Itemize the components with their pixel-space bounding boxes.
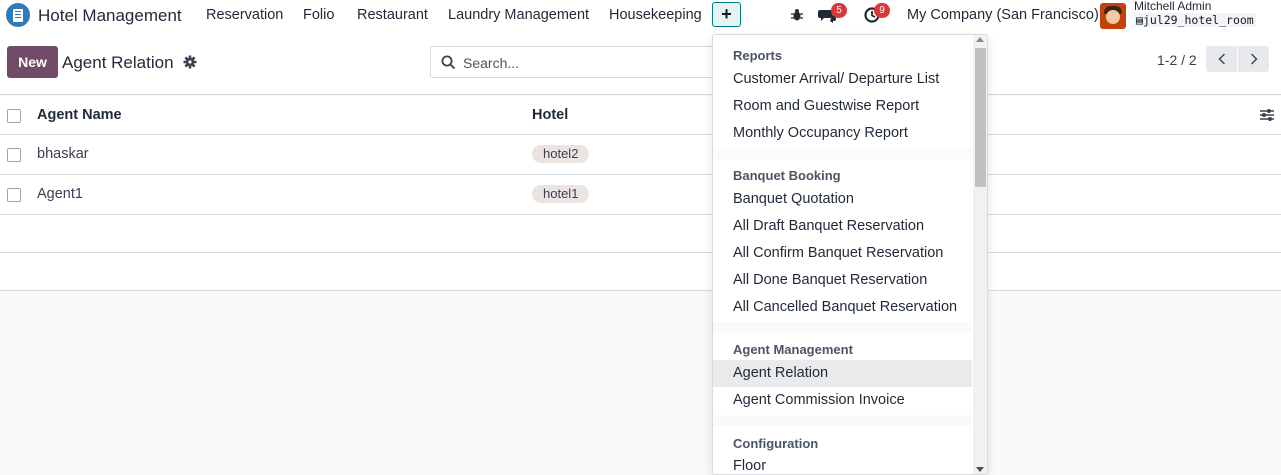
pager-previous-button[interactable] bbox=[1206, 46, 1237, 72]
scroll-thumb[interactable] bbox=[975, 48, 986, 187]
hotel-tag: hotel2 bbox=[532, 145, 590, 163]
section-header-configuration: Configuration bbox=[733, 436, 819, 451]
control-panel: New Agent Relation 1-2 / 2 bbox=[0, 31, 1281, 95]
table-row[interactable]: Agent1 hotel1 bbox=[0, 175, 1281, 215]
avatar[interactable] bbox=[1100, 3, 1126, 29]
app-name[interactable]: Hotel Management bbox=[38, 6, 182, 26]
optional-columns-icon[interactable] bbox=[1259, 108, 1275, 122]
agent-name-cell[interactable]: bhaskar bbox=[37, 146, 89, 162]
menu-item-all-cancelled-banquet-reservation[interactable]: All Cancelled Banquet Reservation bbox=[713, 294, 972, 321]
app-icon[interactable] bbox=[6, 3, 30, 27]
agent-name-cell[interactable]: Agent1 bbox=[37, 186, 83, 202]
section-header-reports: Reports bbox=[733, 48, 783, 63]
top-navbar: Hotel Management Reservation Folio Resta… bbox=[0, 0, 1281, 31]
gear-icon[interactable] bbox=[183, 55, 197, 69]
nav-item-housekeeping[interactable]: Housekeeping bbox=[609, 7, 702, 23]
more-menu-dropdown: Reports Customer Arrival/ Departure List… bbox=[712, 34, 988, 475]
search-icon bbox=[441, 55, 456, 70]
bug-icon[interactable] bbox=[788, 6, 806, 24]
empty-row bbox=[0, 253, 1281, 291]
section-header-agent-management: Agent Management bbox=[733, 342, 853, 357]
user-name[interactable]: Mitchell Admin bbox=[1134, 0, 1211, 13]
menu-item-all-draft-banquet-reservation[interactable]: All Draft Banquet Reservation bbox=[713, 213, 972, 240]
menu-item-agent-commission-invoice[interactable]: Agent Commission Invoice bbox=[713, 387, 972, 414]
more-menu-button[interactable]: + bbox=[712, 2, 741, 27]
chevron-left-icon bbox=[1218, 53, 1225, 65]
menu-item-banquet-quotation[interactable]: Banquet Quotation bbox=[713, 186, 972, 213]
database-icon: ▤ bbox=[1136, 13, 1143, 27]
section-divider bbox=[713, 322, 972, 333]
search-box[interactable] bbox=[430, 46, 720, 78]
section-header-banquet-booking: Banquet Booking bbox=[733, 168, 841, 183]
pager-next-button[interactable] bbox=[1238, 46, 1269, 72]
menu-item-all-confirm-banquet-reservation[interactable]: All Confirm Banquet Reservation bbox=[713, 240, 972, 267]
dropdown-list: Reports Customer Arrival/ Departure List… bbox=[713, 35, 972, 474]
nav-item-folio[interactable]: Folio bbox=[303, 7, 334, 23]
chevron-right-icon bbox=[1250, 53, 1257, 65]
row-checkbox[interactable] bbox=[7, 148, 21, 162]
menu-item-customer-arrival-departure-list[interactable]: Customer Arrival/ Departure List bbox=[713, 66, 972, 93]
nav-item-laundry-management[interactable]: Laundry Management bbox=[448, 7, 589, 23]
table-row[interactable]: bhaskar hotel2 bbox=[0, 135, 1281, 175]
column-header-agent-name[interactable]: Agent Name bbox=[37, 107, 122, 123]
row-checkbox[interactable] bbox=[7, 188, 21, 202]
menu-item-monthly-occupancy-report[interactable]: Monthly Occupancy Report bbox=[713, 120, 972, 147]
nav-item-reservation[interactable]: Reservation bbox=[206, 7, 283, 23]
table-header-row: Agent Name Hotel bbox=[0, 96, 1281, 135]
new-button[interactable]: New bbox=[7, 46, 58, 78]
list-view: Agent Name Hotel bhaskar hotel2 Agent1 h… bbox=[0, 96, 1281, 291]
database-label: jul29_hotel_room bbox=[1142, 13, 1254, 27]
menu-item-all-done-banquet-reservation[interactable]: All Done Banquet Reservation bbox=[713, 267, 972, 294]
scroll-up-arrow-icon[interactable] bbox=[976, 37, 984, 42]
column-header-hotel[interactable]: Hotel bbox=[532, 107, 568, 123]
search-input[interactable] bbox=[463, 53, 703, 73]
messages-badge: 5 bbox=[831, 3, 847, 18]
nav-item-restaurant[interactable]: Restaurant bbox=[357, 7, 428, 23]
pager-value[interactable]: 1-2 / 2 bbox=[1157, 52, 1197, 68]
select-all-checkbox[interactable] bbox=[7, 109, 21, 123]
company-switcher[interactable]: My Company (San Francisco) bbox=[907, 7, 1099, 23]
section-divider bbox=[713, 148, 972, 159]
empty-row bbox=[0, 215, 1281, 253]
database-name: ▤jul29_hotel_room bbox=[1134, 13, 1256, 27]
scroll-down-arrow-icon[interactable] bbox=[976, 467, 984, 472]
section-divider bbox=[713, 415, 972, 426]
menu-item-room-and-guestwise-report[interactable]: Room and Guestwise Report bbox=[713, 93, 972, 120]
dropdown-scrollbar[interactable] bbox=[973, 35, 987, 474]
activities-badge: 9 bbox=[874, 3, 890, 18]
hotel-tag: hotel1 bbox=[532, 185, 590, 203]
menu-item-floor[interactable]: Floor bbox=[713, 453, 972, 474]
menu-item-agent-relation[interactable]: Agent Relation bbox=[713, 360, 972, 387]
page-title[interactable]: Agent Relation bbox=[62, 53, 174, 73]
